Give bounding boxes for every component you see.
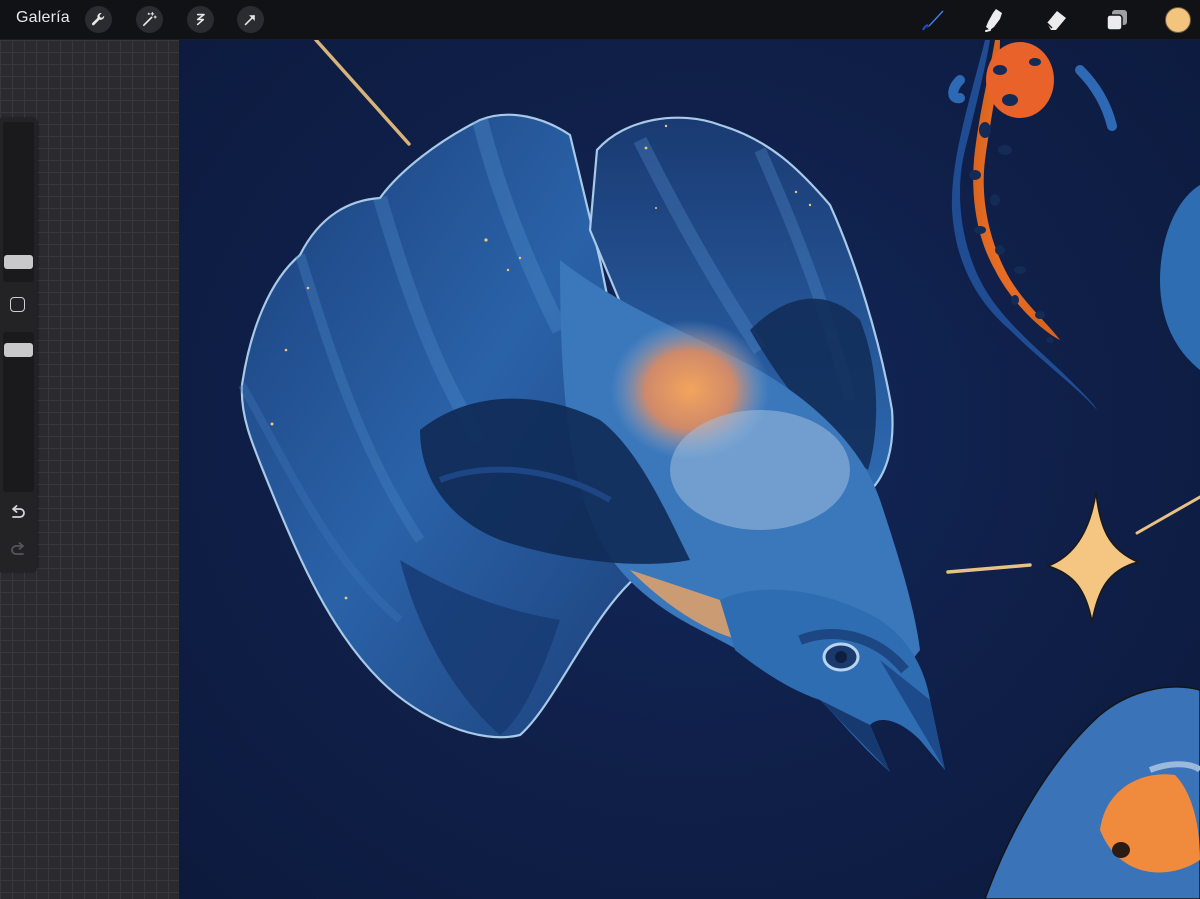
undo-arrow-icon[interactable] [9, 504, 27, 522]
partial-shape-right [1160, 185, 1200, 370]
top-toolbar: Galería [0, 0, 1200, 40]
wrench-icon [91, 13, 105, 26]
redo-arrow-icon[interactable] [9, 541, 27, 559]
eraser-icon [1046, 11, 1066, 30]
brush-tool-button[interactable] [918, 5, 948, 35]
modify-button[interactable] [10, 297, 25, 312]
smudge-tool-button[interactable] [979, 5, 1009, 35]
selection-button[interactable] [187, 6, 214, 33]
gold-sparkle [946, 491, 1200, 623]
sidebar [0, 118, 37, 572]
salamander-illustration [948, 40, 1117, 410]
selection-s-icon [196, 13, 205, 26]
color-picker-button[interactable] [1165, 7, 1191, 33]
magic-wand-icon [142, 11, 157, 27]
layers-button[interactable] [1102, 5, 1132, 35]
drawing-canvas[interactable] [179, 40, 1200, 899]
gold-streak [314, 40, 411, 146]
brush-icon [922, 10, 944, 31]
adjustments-button[interactable] [136, 6, 163, 33]
layers-icon [1106, 10, 1127, 31]
brush-size-thumb[interactable] [4, 255, 33, 269]
partial-figure-bottom-right [984, 686, 1200, 899]
arrow-cursor-icon [244, 15, 255, 26]
smudge-icon [985, 9, 1002, 32]
actions-button[interactable] [85, 6, 112, 33]
artwork [238, 40, 1200, 899]
opacity-thumb[interactable] [4, 343, 33, 357]
eraser-tool-button[interactable] [1041, 5, 1071, 35]
gallery-button[interactable]: Galería [16, 9, 70, 27]
transform-button[interactable] [237, 6, 264, 33]
